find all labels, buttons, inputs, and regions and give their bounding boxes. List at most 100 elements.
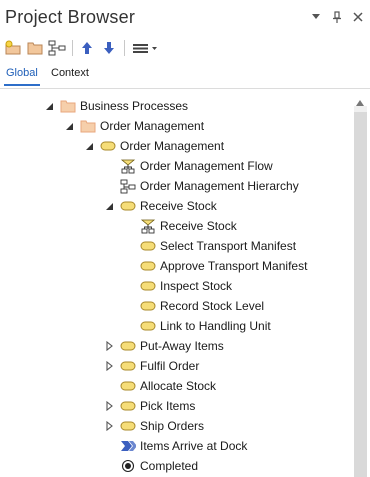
dropdown-arrow-icon[interactable] xyxy=(310,10,322,24)
collapse-arrow-icon[interactable] xyxy=(44,101,54,111)
tab-strip: Global Context xyxy=(0,63,370,87)
flow-diagram-icon xyxy=(140,219,156,233)
activity-icon xyxy=(120,339,136,353)
final-state-icon xyxy=(120,459,136,473)
close-icon[interactable] xyxy=(352,10,364,24)
tree-item-label: Approve Transport Manifest xyxy=(160,259,308,273)
activity-icon xyxy=(120,199,136,213)
window-title: Project Browser xyxy=(5,7,136,27)
tree-item-label: Receive Stock xyxy=(140,199,217,213)
tab-divider xyxy=(0,88,370,89)
tree-item[interactable]: Completed xyxy=(104,456,198,476)
vertical-scrollbar[interactable] xyxy=(351,92,370,477)
scroll-up-icon[interactable] xyxy=(355,96,365,106)
tree-item[interactable]: Link to Handling Unit xyxy=(124,316,271,336)
tree-item[interactable]: Order Management Flow xyxy=(104,156,273,176)
tree-item-label: Allocate Stock xyxy=(140,379,217,393)
tree-item-label: Order Management xyxy=(120,139,225,153)
tree-item-label: Order Management xyxy=(100,119,205,133)
tree-item-label: Record Stock Level xyxy=(160,299,265,313)
tree-item[interactable]: Order Management Hierarchy xyxy=(104,176,299,196)
tree-item[interactable]: Receive Stock xyxy=(124,216,237,236)
expand-arrow-icon[interactable] xyxy=(104,361,114,371)
tree-item-label: Receive Stock xyxy=(160,219,237,233)
activity-icon xyxy=(140,319,156,333)
new-diagram-icon[interactable] xyxy=(47,38,67,58)
tree-item[interactable]: Ship Orders xyxy=(104,416,204,436)
toolbar-separator xyxy=(124,40,125,56)
move-down-icon[interactable] xyxy=(99,38,119,58)
expand-arrow-icon[interactable] xyxy=(104,401,114,411)
tree-item[interactable]: Business Processes xyxy=(44,96,188,116)
tree-item[interactable]: Approve Transport Manifest xyxy=(124,256,307,276)
new-folder-icon[interactable] xyxy=(25,38,45,58)
tree-item[interactable]: Allocate Stock xyxy=(104,376,216,396)
tree-item-label: Completed xyxy=(140,459,199,473)
activity-icon xyxy=(140,259,156,273)
expand-arrow-icon[interactable] xyxy=(104,421,114,431)
tree-item-label: Inspect Stock xyxy=(160,279,233,293)
tree-item-label: Business Processes xyxy=(80,99,189,113)
expand-arrow-icon[interactable] xyxy=(104,341,114,351)
tree-item[interactable]: Pick Items xyxy=(104,396,195,416)
tree-item-label: Ship Orders xyxy=(140,419,205,433)
tab-global[interactable]: Global xyxy=(6,67,38,79)
title-buttons xyxy=(310,10,364,24)
active-tab-indicator xyxy=(4,84,40,86)
tree-item[interactable]: Fulfil Order xyxy=(104,356,199,376)
collapse-arrow-icon[interactable] xyxy=(104,201,114,211)
tree-item-label: Items Arrive at Dock xyxy=(140,439,248,453)
title-bar: Project Browser xyxy=(0,0,370,34)
menu-icon[interactable] xyxy=(130,38,160,58)
tree-item[interactable]: Order Management xyxy=(84,136,224,156)
activity-icon xyxy=(140,239,156,253)
tree-item[interactable]: Items Arrive at Dock xyxy=(104,436,247,456)
tab-context[interactable]: Context xyxy=(51,67,89,79)
pin-icon[interactable] xyxy=(331,10,343,24)
move-up-icon[interactable] xyxy=(77,38,97,58)
tree-item[interactable]: Record Stock Level xyxy=(124,296,264,316)
tree-item[interactable]: Receive Stock xyxy=(104,196,217,216)
activity-icon xyxy=(120,399,136,413)
toolbar-separator xyxy=(72,40,73,56)
folder-icon xyxy=(60,99,76,113)
new-package-icon[interactable] xyxy=(3,38,23,58)
tree-item-label: Order Management Flow xyxy=(140,159,273,173)
project-tree: Business Processes Order Management Order … xyxy=(0,92,350,477)
tree-item-label: Fulfil Order xyxy=(140,359,200,373)
flow-diagram-icon xyxy=(120,159,136,173)
tree-item-label: Put-Away Items xyxy=(140,339,224,353)
event-icon xyxy=(120,439,136,453)
tree-item[interactable]: Inspect Stock xyxy=(124,276,232,296)
activity-icon xyxy=(120,379,136,393)
activity-icon xyxy=(120,359,136,373)
activity-icon xyxy=(120,419,136,433)
activity-icon xyxy=(140,299,156,313)
tree-item[interactable]: Select Transport Manifest xyxy=(124,236,296,256)
collapse-arrow-icon[interactable] xyxy=(84,141,94,151)
toolbar xyxy=(0,36,370,60)
scrollbar-thumb[interactable] xyxy=(354,112,367,477)
tree-item-label: Order Management Hierarchy xyxy=(140,179,299,193)
folder-icon xyxy=(80,119,96,133)
activity-icon xyxy=(100,139,116,153)
tree-item[interactable]: Order Management xyxy=(64,116,204,136)
activity-icon xyxy=(140,279,156,293)
tree-item[interactable]: Put-Away Items xyxy=(104,336,224,356)
tree-item-label: Link to Handling Unit xyxy=(160,319,271,333)
hierarchy-diagram-icon xyxy=(120,179,136,193)
tree-item-label: Pick Items xyxy=(140,399,196,413)
tree-item-label: Select Transport Manifest xyxy=(160,239,297,253)
collapse-arrow-icon[interactable] xyxy=(64,121,74,131)
